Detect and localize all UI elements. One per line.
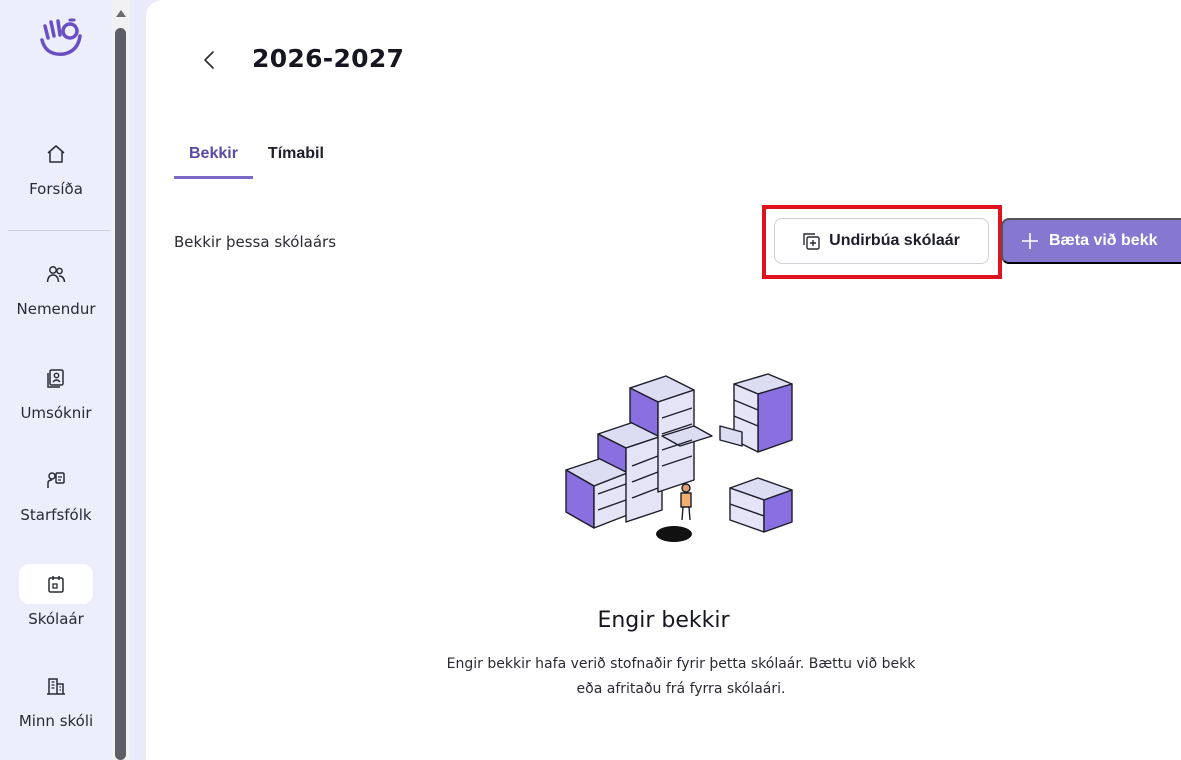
prepare-button-label: Undirbúa skólaár (829, 232, 960, 249)
sidebar-scrollbar[interactable] (112, 0, 130, 760)
sidebar-item-skolaar[interactable]: Skólaár (0, 564, 112, 628)
sidebar: Forsíða Nemendur Umsóknir Starfsfólk Skó… (0, 0, 112, 760)
main-content: 2026-2027 Bekkir Tímabil Bekkir þessa sk… (146, 0, 1181, 760)
tab-bekkir[interactable]: Bekkir (174, 145, 253, 179)
tab-bar: Bekkir Tímabil (174, 145, 339, 179)
section-label: Bekkir þessa skólaárs (174, 233, 337, 251)
sidebar-item-nemendur[interactable]: Nemendur (0, 254, 112, 318)
empty-state-text: Engir bekkir hafa verið stofnaðir fyrir … (446, 656, 916, 697)
scroll-up-arrow-icon[interactable] (116, 10, 126, 17)
tab-timabil[interactable]: Tímabil (253, 145, 339, 179)
sidebar-item-umsoknir[interactable]: Umsóknir (0, 358, 112, 422)
add-class-button[interactable]: Bæta við bekk (1001, 218, 1181, 264)
back-button[interactable] (198, 46, 220, 74)
sidebar-item-starfsfolk[interactable]: Starfsfólk (0, 460, 112, 524)
building-icon (36, 666, 76, 706)
sidebar-item-label: Nemendur (16, 300, 96, 318)
plus-icon (1022, 233, 1038, 249)
add-button-label: Bæta við bekk (1049, 232, 1158, 249)
chevron-left-icon (204, 51, 214, 69)
users-icon (36, 254, 76, 294)
home-icon (36, 134, 76, 174)
sidebar-divider (8, 230, 110, 231)
sidebar-item-label: Skólaár (28, 610, 84, 628)
page-title: 2026-2027 (252, 44, 405, 73)
empty-state-title: Engir bekkir (597, 608, 730, 633)
application-form-icon (36, 358, 76, 398)
file-cabinets-illustration (565, 373, 793, 542)
sidebar-item-label: Starfsfólk (20, 506, 92, 524)
prepare-school-year-button[interactable]: Undirbúa skólaár (774, 218, 989, 264)
sidebar-item-minn-skoli[interactable]: Minn skóli (0, 666, 112, 730)
sidebar-item-forsida[interactable]: Forsíða (0, 134, 112, 198)
sidebar-item-label: Minn skóli (18, 712, 94, 730)
sidebar-item-label: Umsóknir (20, 404, 92, 422)
staff-badge-icon (36, 460, 76, 500)
scrollbar-thumb[interactable] (115, 28, 126, 760)
sidebar-item-label: Forsíða (29, 180, 83, 198)
calendar-icon (19, 564, 93, 604)
app-window: Forsíða Nemendur Umsóknir Starfsfólk Skó… (0, 0, 1181, 760)
copy-plus-icon (803, 232, 820, 250)
wave-logo-icon[interactable] (36, 14, 86, 64)
